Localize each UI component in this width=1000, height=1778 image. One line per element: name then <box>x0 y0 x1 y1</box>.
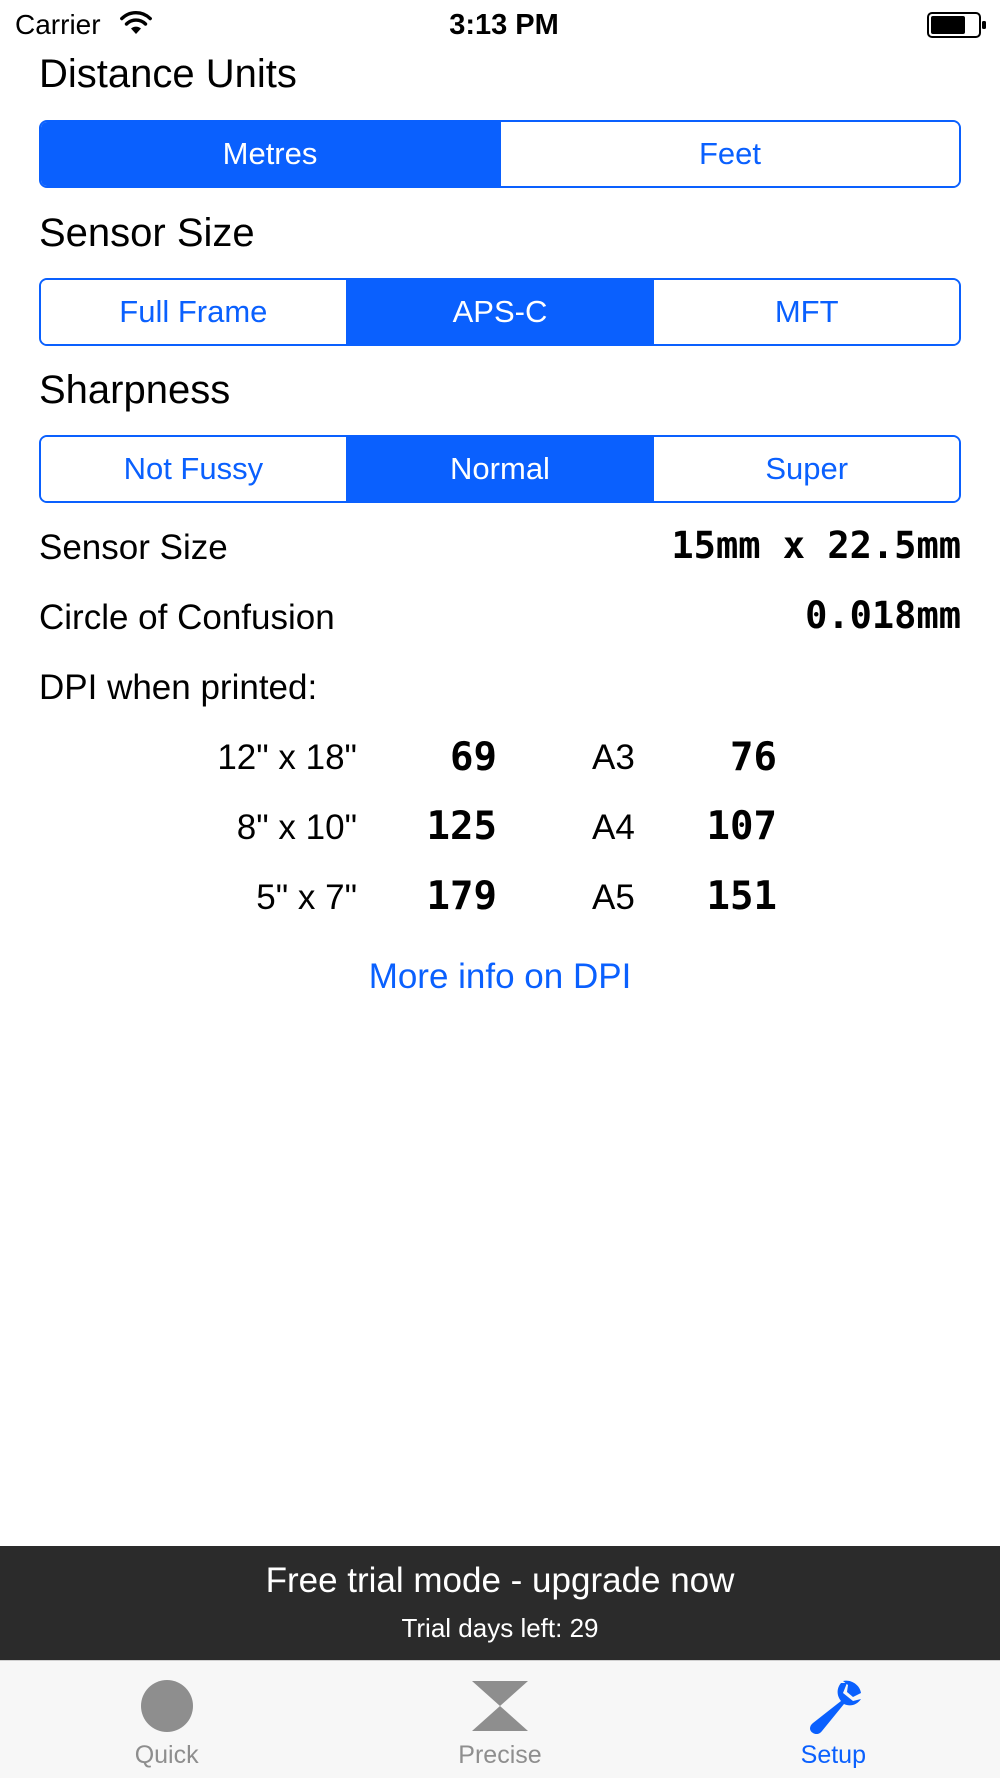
tab-label-precise: Precise <box>458 1741 542 1769</box>
print-size: 12" x 18" <box>217 738 357 777</box>
sharpness-control: Not Fussy Normal Super <box>39 435 961 503</box>
more-info-dpi-link[interactable]: More info on DPI <box>0 956 1000 998</box>
trial-banner[interactable]: Free trial mode - upgrade now Trial days… <box>0 1546 1000 1660</box>
circle-icon <box>140 1680 193 1732</box>
status-bar: Carrier 3:13 PM <box>0 0 1000 50</box>
print-size: 5" x 7" <box>256 878 357 917</box>
tab-setup[interactable]: Setup <box>667 1661 1000 1778</box>
tab-precise[interactable]: Precise <box>333 1661 666 1778</box>
distance-units-control: Metres Feet <box>39 120 961 188</box>
segment-full-frame[interactable]: Full Frame <box>41 280 346 344</box>
tab-label-setup: Setup <box>800 1741 866 1769</box>
segment-normal[interactable]: Normal <box>345 437 653 501</box>
print-dpi: 179 <box>426 874 497 919</box>
segment-mft[interactable]: MFT <box>652 280 959 344</box>
paper-dpi: 151 <box>706 874 777 919</box>
segment-super[interactable]: Super <box>652 437 959 501</box>
sensor-size-value: 15mm x 22.5mm <box>671 524 961 567</box>
segment-aps-c[interactable]: APS-C <box>345 280 653 344</box>
distance-units-title: Distance Units <box>39 52 297 96</box>
wrench-icon <box>810 1680 862 1735</box>
print-dpi: 69 <box>450 735 497 780</box>
segment-feet[interactable]: Feet <box>499 122 959 186</box>
trial-banner-title: Free trial mode - upgrade now <box>265 1561 735 1600</box>
trial-days-left: Trial days left: 29 <box>401 1613 599 1643</box>
print-dpi: 125 <box>426 804 497 849</box>
segment-not-fussy[interactable]: Not Fussy <box>41 437 346 501</box>
sensor-size-control: Full Frame APS-C MFT <box>39 278 961 346</box>
print-size: 8" x 10" <box>236 808 357 847</box>
coc-label: Circle of Confusion <box>39 598 335 637</box>
coc-value: 0.018mm <box>805 594 961 637</box>
dpi-label: DPI when printed: <box>39 668 318 707</box>
paper-dpi: 107 <box>706 804 777 849</box>
sensor-size-label: Sensor Size <box>39 528 228 567</box>
status-time: 3:13 PM <box>449 9 559 41</box>
tab-quick[interactable]: Quick <box>0 1661 333 1778</box>
sharpness-title: Sharpness <box>39 368 231 412</box>
paper-dpi: 76 <box>730 735 777 780</box>
segment-metres[interactable]: Metres <box>41 122 499 186</box>
sensor-size-title: Sensor Size <box>39 211 255 255</box>
tab-label-quick: Quick <box>134 1741 199 1769</box>
tab-bar: Quick Precise Setup <box>0 1660 1000 1778</box>
battery-icon <box>927 12 986 38</box>
hourglass-icon <box>471 1681 528 1731</box>
